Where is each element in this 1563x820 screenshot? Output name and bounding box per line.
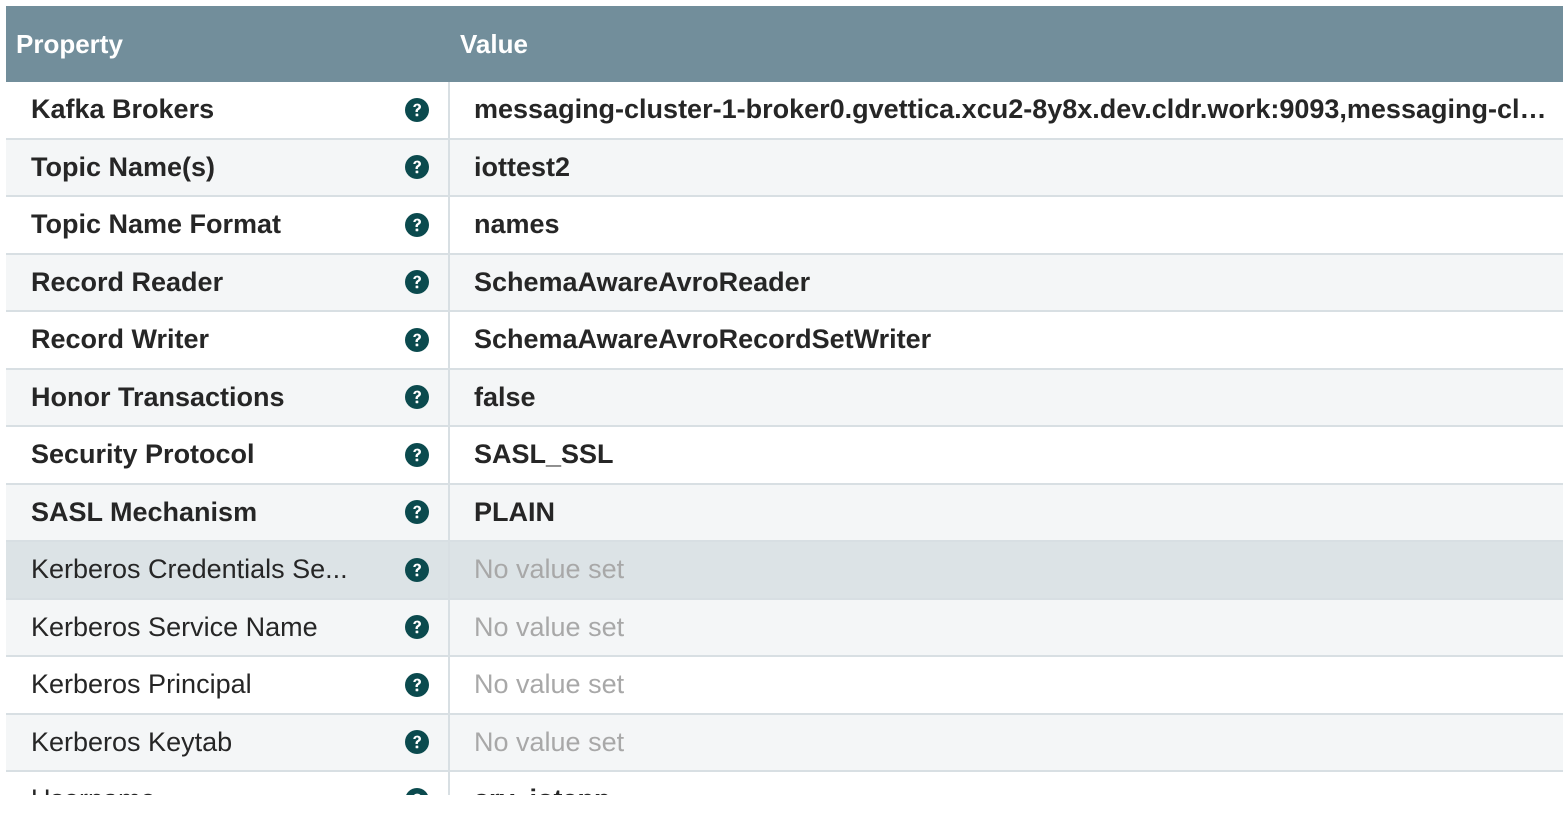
table-row[interactable]: Topic Name(s) iottest2 xyxy=(6,139,1563,197)
value-cell[interactable]: No value set xyxy=(450,657,1563,713)
property-value: srv_iotapp xyxy=(474,784,611,795)
table-row[interactable]: Record Reader SchemaAwareAvroReader xyxy=(6,254,1563,312)
property-value: SchemaAwareAvroReader xyxy=(474,266,811,297)
empty-value-placeholder: No value set xyxy=(474,554,625,585)
property-name: Topic Name(s) xyxy=(31,151,216,182)
property-cell: Topic Name(s) xyxy=(6,139,450,195)
property-cell: Kerberos Service Name xyxy=(6,599,450,655)
property-name: Honor Transactions xyxy=(31,381,285,412)
table-row[interactable]: Record Writer SchemaAwareAvroRecordSetWri… xyxy=(6,312,1563,370)
table-row[interactable]: Security Protocol SASL_SSL xyxy=(6,427,1563,485)
empty-value-placeholder: No value set xyxy=(474,726,625,757)
help-circle-icon[interactable] xyxy=(404,672,430,698)
empty-value-placeholder: No value set xyxy=(474,611,625,642)
property-value: messaging-cluster-1-broker0.gvettica.xcu… xyxy=(474,94,1559,125)
help-circle-icon[interactable] xyxy=(404,384,430,410)
table-row[interactable]: Kerberos Principal No value set xyxy=(6,657,1563,715)
value-cell[interactable]: iottest2 xyxy=(450,140,1563,196)
value-cell[interactable]: No value set xyxy=(450,600,1563,656)
property-name: Topic Name Format xyxy=(31,209,282,240)
property-name: Security Protocol xyxy=(31,439,255,470)
property-name: SASL Mechanism xyxy=(31,496,258,527)
properties-table: Property Value Kafka Brokers messaging-cl… xyxy=(6,6,1563,795)
property-cell: SASL Mechanism xyxy=(6,484,450,540)
property-value: names xyxy=(474,209,560,240)
empty-value-placeholder: No value set xyxy=(474,669,625,700)
table-body: Kafka Brokers messaging-cluster-1-broker0… xyxy=(6,82,1563,795)
property-name: Kerberos Principal xyxy=(31,669,252,700)
table-row[interactable]: SASL Mechanism PLAIN xyxy=(6,484,1563,542)
property-value: false xyxy=(474,381,536,412)
value-cell[interactable]: SchemaAwareAvroReader xyxy=(450,255,1563,311)
value-cell[interactable]: SASL_SSL xyxy=(450,427,1563,483)
property-name: Kerberos Service Name xyxy=(31,611,318,642)
property-cell: Honor Transactions xyxy=(6,369,450,425)
help-circle-icon[interactable] xyxy=(404,269,430,295)
value-cell[interactable]: No value set xyxy=(450,542,1563,598)
property-value: PLAIN xyxy=(474,496,555,527)
property-value: SchemaAwareAvroRecordSetWriter xyxy=(474,324,932,355)
value-cell[interactable]: false xyxy=(450,370,1563,426)
table-row[interactable]: Topic Name Format names xyxy=(6,197,1563,255)
table-header: Property Value xyxy=(6,6,1563,82)
value-cell[interactable]: SchemaAwareAvroRecordSetWriter xyxy=(450,312,1563,368)
property-cell: Record Writer xyxy=(6,312,450,368)
help-circle-icon[interactable] xyxy=(404,327,430,353)
help-circle-icon[interactable] xyxy=(404,729,430,755)
help-circle-icon[interactable] xyxy=(404,212,430,238)
table-row[interactable]: Kerberos Keytab No value set xyxy=(6,714,1563,772)
table-row[interactable]: Kerberos Credentials Se... No value set xyxy=(6,542,1563,600)
column-header-property[interactable]: Property xyxy=(6,29,450,60)
help-circle-icon[interactable] xyxy=(404,557,430,583)
help-circle-icon[interactable] xyxy=(404,97,430,123)
property-cell: Username xyxy=(6,772,450,795)
help-circle-icon[interactable] xyxy=(404,154,430,180)
property-cell: Kerberos Keytab xyxy=(6,714,450,770)
help-circle-icon[interactable] xyxy=(404,499,430,525)
table-row[interactable]: Kafka Brokers messaging-cluster-1-broker0… xyxy=(6,82,1563,140)
property-cell: Record Reader xyxy=(6,254,450,310)
property-name: Kerberos Credentials Se... xyxy=(31,554,348,585)
property-name: Kerberos Keytab xyxy=(31,726,233,757)
help-circle-icon[interactable] xyxy=(404,787,430,795)
column-header-value[interactable]: Value xyxy=(450,29,528,60)
value-cell[interactable]: No value set xyxy=(450,715,1563,771)
property-cell: Kerberos Principal xyxy=(6,657,450,713)
property-cell: Kafka Brokers xyxy=(6,82,450,138)
value-cell[interactable]: names xyxy=(450,197,1563,253)
property-value: iottest2 xyxy=(474,151,571,182)
table-row[interactable]: Username srv_iotapp xyxy=(6,772,1563,795)
property-name: Kafka Brokers xyxy=(31,94,215,125)
property-name: Record Writer xyxy=(31,324,210,355)
value-cell[interactable]: PLAIN xyxy=(450,485,1563,541)
property-name: Username xyxy=(31,784,156,795)
table-row[interactable]: Kerberos Service Name No value set xyxy=(6,599,1563,657)
property-cell: Kerberos Credentials Se... xyxy=(6,542,450,598)
property-cell: Topic Name Format xyxy=(6,197,450,253)
property-cell: Security Protocol xyxy=(6,427,450,483)
table-row[interactable]: Honor Transactions false xyxy=(6,369,1563,427)
property-value: SASL_SSL xyxy=(474,439,614,470)
value-cell[interactable]: srv_iotapp xyxy=(450,772,1563,795)
property-name: Record Reader xyxy=(31,266,224,297)
value-cell[interactable]: messaging-cluster-1-broker0.gvettica.xcu… xyxy=(450,82,1563,138)
help-circle-icon[interactable] xyxy=(404,614,430,640)
help-circle-icon[interactable] xyxy=(404,442,430,468)
